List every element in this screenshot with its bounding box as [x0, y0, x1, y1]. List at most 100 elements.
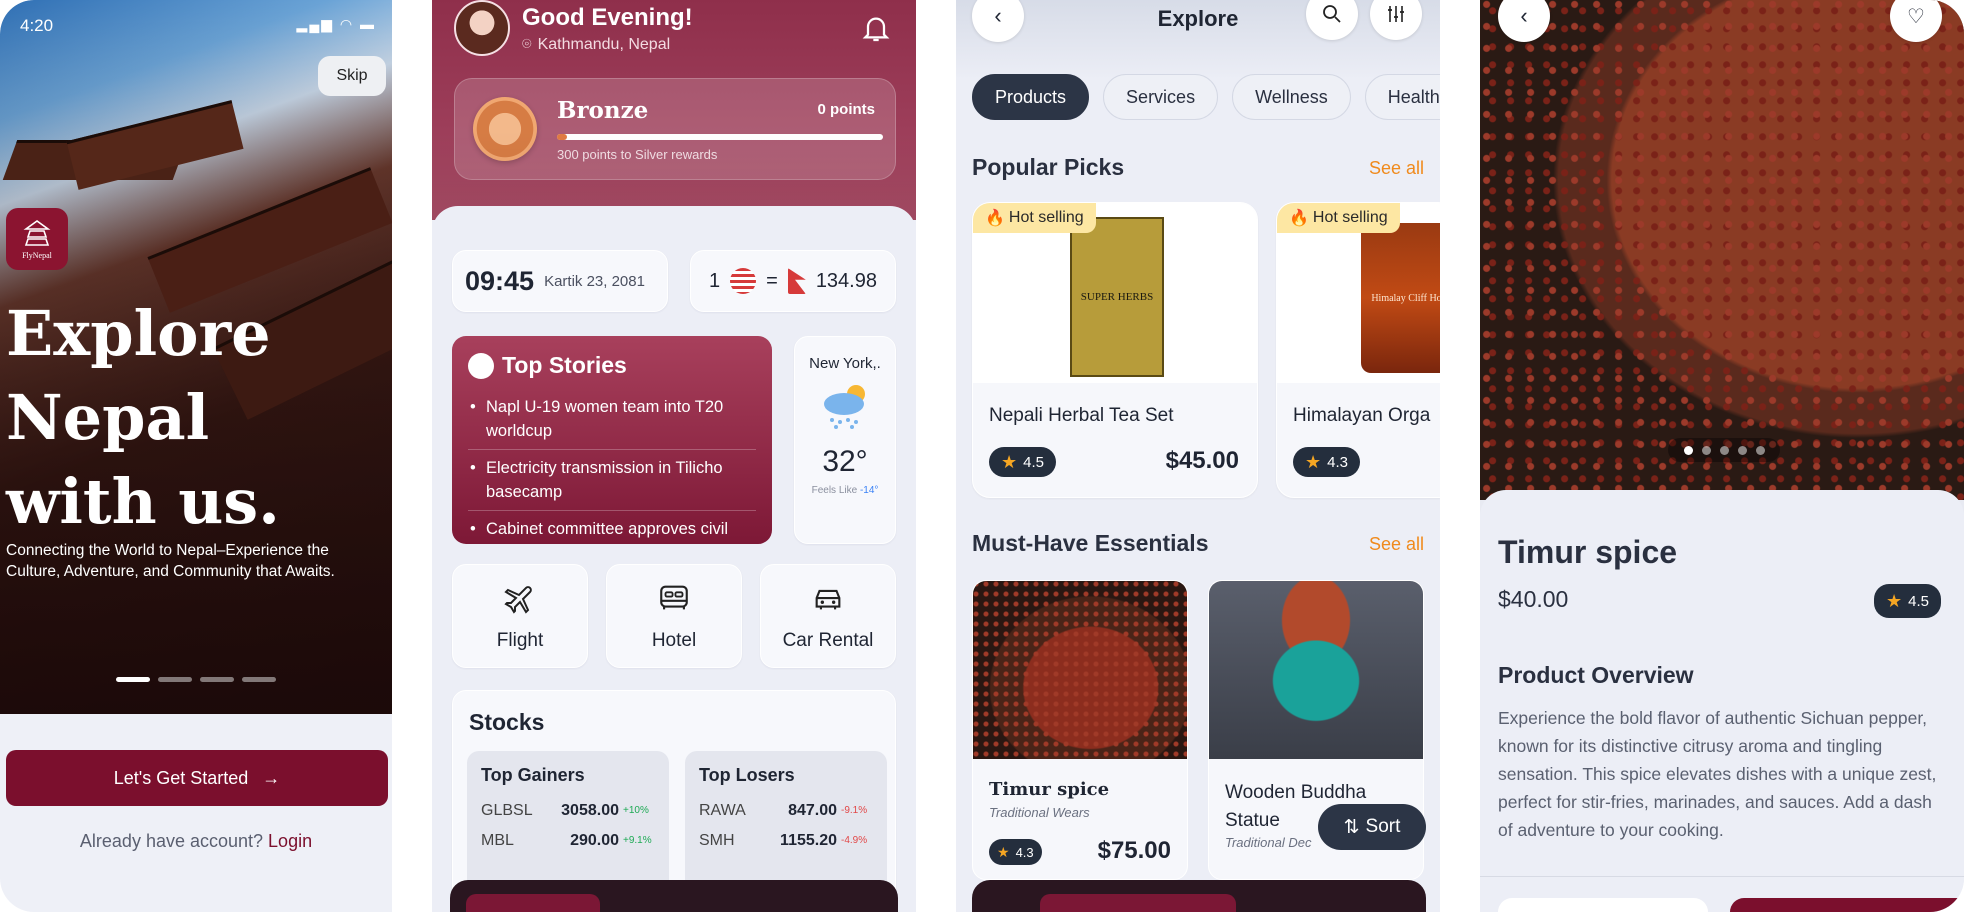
avatar[interactable]	[454, 0, 510, 56]
carousel-dot[interactable]	[1755, 445, 1765, 455]
product-description: Experience the bold flavor of authentic …	[1498, 708, 1937, 840]
sort-button[interactable]: ⇅ Sort	[1318, 804, 1426, 850]
top-losers[interactable]: Top Losers RAWA 847.00 -9.1% SMH 1155.20 -4.…	[685, 751, 887, 901]
stock-change: -9.1%	[841, 805, 868, 816]
product-price: $40.00	[1498, 586, 1569, 612]
arrow-right-icon: →	[262, 767, 281, 788]
feels-value: -14°	[859, 485, 879, 496]
carousel-dot[interactable]	[116, 677, 150, 682]
chip-wellness[interactable]: Wellness	[1232, 74, 1351, 120]
image-carousel-dots[interactable]	[1668, 438, 1780, 462]
fx-rate: 134.98	[815, 269, 877, 292]
rating-pill: ★ 4.3	[1293, 447, 1360, 477]
category-chips: Products Services Wellness Health	[972, 74, 1440, 120]
stocks-card[interactable]: Stocks Top Gainers GLBSL 3058.00 +10% MBL 2…	[452, 690, 896, 912]
product-card[interactable]: SUPER HERBS 🔥 Hot selling Nepali Herbal T…	[972, 202, 1258, 498]
tier-points: 0 points	[817, 101, 875, 118]
honey-jar-label: Himalay Cliff Hon	[1371, 292, 1440, 304]
stock-ticker: SMH	[699, 832, 735, 849]
rewards-card[interactable]: Bronze 0 points 300 points to Silver rew…	[454, 78, 896, 180]
see-all-popular[interactable]: See all	[1369, 158, 1424, 179]
star-icon: ★	[1305, 451, 1322, 472]
product-card[interactable]: Himalay Cliff Hon 🔥 Hot selling Himalayan…	[1276, 202, 1440, 498]
top-gainers[interactable]: Top Gainers GLBSL 3058.00 +10% MBL 290.00 +9…	[467, 751, 669, 901]
bell-icon[interactable]	[860, 12, 892, 44]
essential-price: $75.00	[1097, 837, 1171, 864]
carousel-dots[interactable]	[116, 677, 276, 682]
hotel-button[interactable]: Hotel	[606, 564, 742, 668]
fire-icon: 🔥	[985, 210, 1005, 227]
stocks-title: Stocks	[469, 709, 545, 735]
badge-label: Hot selling	[1312, 209, 1388, 226]
carousel-dot[interactable]	[1683, 445, 1693, 455]
currency-card[interactable]: 1 = 134.98	[690, 250, 896, 312]
status-time: 4:20	[20, 16, 54, 35]
divider	[1480, 876, 1964, 877]
home-screen: Good Evening! ⌾ Kathmandu, Nepal Bronze …	[432, 0, 916, 912]
essentials-title: Must-Have Essentials	[972, 530, 1209, 556]
headline: Explore Nepal with us.	[6, 297, 280, 538]
carousel-dot[interactable]	[1737, 445, 1747, 455]
essential-card[interactable]: Timur spice Traditional Wears ★ 4.3 $75.0…	[972, 580, 1188, 880]
get-started-label: Let's Get Started	[113, 767, 249, 788]
rating-value: 4.5	[1908, 592, 1929, 610]
spice-image	[973, 581, 1187, 759]
bottom-tab-bar[interactable]	[450, 880, 898, 912]
home-header: Good Evening! ⌾ Kathmandu, Nepal Bronze …	[432, 0, 916, 220]
weather-temp: 32°	[822, 445, 868, 478]
stock-value: 847.00	[788, 802, 837, 819]
carousel-dot[interactable]	[1701, 445, 1711, 455]
secondary-action-button[interactable]	[1498, 898, 1708, 912]
star-icon: ★	[1886, 590, 1903, 611]
car-rental-button[interactable]: Car Rental	[760, 564, 896, 668]
product-name: Timur spice	[1498, 534, 1678, 570]
flight-label: Flight	[496, 630, 544, 651]
stock-row[interactable]: MBL 290.00 +9.1%	[481, 826, 655, 856]
stock-row[interactable]: RAWA 847.00 -9.1%	[699, 796, 873, 826]
star-icon: ★	[997, 843, 1010, 860]
greeting: Good Evening!	[522, 4, 693, 31]
primary-action-button[interactable]	[1730, 898, 1964, 912]
tier-progress	[557, 134, 883, 140]
carousel-dot[interactable]	[158, 677, 192, 682]
chip-health[interactable]: Health	[1364, 74, 1440, 120]
sort-icon: ⇅	[1343, 816, 1360, 838]
plane-icon	[504, 586, 532, 614]
explore-screen: ‹ Explore Products Services Wellness Hea…	[956, 0, 1440, 912]
rating-pill: ★ 4.5	[1874, 584, 1941, 618]
feels-like: Feels Like -14°	[795, 485, 895, 496]
get-started-button[interactable]: Let's Get Started →	[6, 750, 388, 806]
tab-home-active[interactable]	[466, 894, 600, 912]
story-item[interactable]: Napl U-19 women team into T20 worldcup	[468, 389, 756, 450]
chip-products[interactable]: Products	[972, 74, 1090, 120]
us-flag-icon	[730, 268, 757, 294]
bottom-tab-bar[interactable]	[972, 880, 1426, 912]
rating-pill: ★ 4.5	[989, 447, 1056, 477]
rating-pill: ★ 4.3	[989, 839, 1042, 865]
sort-label: Sort	[1365, 816, 1401, 837]
carousel-dot[interactable]	[242, 677, 276, 682]
chip-services[interactable]: Services	[1103, 74, 1219, 120]
tab-explore-active[interactable]	[1040, 894, 1236, 912]
stock-value: 1155.20	[780, 832, 837, 849]
see-all-essentials[interactable]: See all	[1369, 534, 1424, 555]
carousel-dot[interactable]	[200, 677, 234, 682]
product-hero-image	[1480, 0, 1964, 500]
skip-button[interactable]: Skip	[318, 56, 386, 96]
product-name: Himalayan Orga	[1293, 405, 1431, 426]
story-item[interactable]: Electricity transmission in Tilicho base…	[468, 450, 756, 511]
hotel-label: Hotel	[651, 630, 697, 651]
location: ⌾ Kathmandu, Nepal	[522, 36, 670, 54]
essential-sub: Traditional Wears	[989, 805, 1090, 820]
top-stories-card[interactable]: Top Stories Napl U-19 women team into T2…	[452, 336, 772, 544]
carousel-dot[interactable]	[1719, 445, 1729, 455]
stock-row[interactable]: GLBSL 3058.00 +10%	[481, 796, 655, 826]
flight-button[interactable]: Flight	[452, 564, 588, 668]
stock-row[interactable]: SMH 1155.20 -4.9%	[699, 826, 873, 856]
weather-card[interactable]: New York,. 32° Feels Like -14°	[794, 336, 896, 544]
login-prompt: Already have account?	[79, 831, 264, 851]
story-item[interactable]: Cabinet committee approves civil	[468, 511, 756, 547]
login-link[interactable]: Login	[268, 831, 312, 851]
rating-value: 4.3	[1015, 844, 1034, 860]
stock-ticker: MBL	[481, 832, 514, 849]
